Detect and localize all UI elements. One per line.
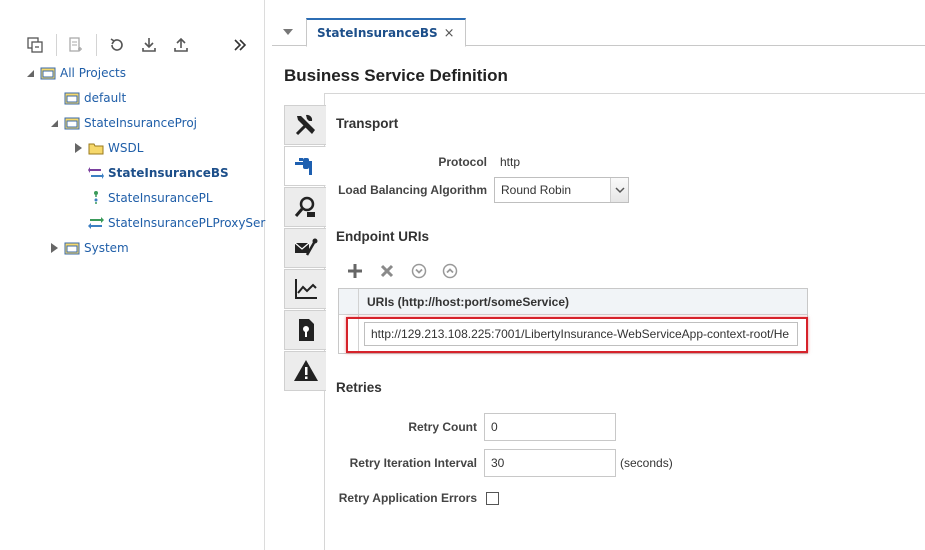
tree-item-all-projects[interactable]: All Projects	[24, 62, 126, 84]
expand-panel-icon[interactable]	[227, 32, 253, 58]
security-tab-icon[interactable]	[284, 310, 326, 350]
expand-triangle-icon[interactable]	[72, 142, 84, 154]
retry-count-label: Retry Count	[408, 420, 477, 434]
tree-item-label: StateInsuranceProj	[84, 116, 198, 130]
tree-item-stateinsurancebs[interactable]: StateInsuranceBS	[72, 162, 229, 184]
tree-item-default[interactable]: default	[48, 87, 126, 109]
chevron-down-icon[interactable]	[610, 178, 628, 202]
delete-icon[interactable]	[378, 262, 396, 280]
folder-icon	[88, 140, 104, 156]
project-folder-icon	[64, 240, 80, 256]
protocol-value: http	[500, 155, 521, 169]
close-icon[interactable]: ×	[444, 27, 455, 40]
uri-column-header: URIs (http://host:port/someService)	[367, 295, 570, 309]
import-icon[interactable]	[136, 32, 162, 58]
toolbar-divider	[56, 34, 57, 56]
tree-item-label: All Projects	[60, 66, 126, 80]
tree-item-stateinsuranceproj[interactable]: StateInsuranceProj	[48, 112, 197, 134]
proxy-service-icon	[88, 215, 104, 231]
retry-app-errors-checkbox[interactable]	[486, 492, 499, 505]
transport-section-title: Transport	[336, 116, 399, 131]
project-navigator: All Projects default StateInsuranceProj …	[0, 0, 265, 550]
collapse-triangle-icon[interactable]	[48, 117, 60, 129]
performance-tab-icon[interactable]	[284, 269, 326, 309]
tab-label: StateInsuranceBS	[317, 26, 438, 40]
business-service-icon	[88, 165, 104, 181]
load-balancing-label: Load Balancing Algorithm	[338, 183, 487, 197]
tree-item-label: StateInsurancePLProxySer	[108, 216, 266, 230]
tree-item-label: System	[84, 241, 129, 255]
message-handling-tab-icon[interactable]	[284, 228, 326, 268]
load-balancing-value: Round Robin	[501, 183, 572, 197]
tab-stateinsurancebs[interactable]: StateInsuranceBS ×	[306, 18, 466, 47]
row-header-cell	[339, 289, 359, 315]
collapse-all-icon[interactable]	[22, 32, 48, 58]
collapse-triangle-icon[interactable]	[24, 67, 36, 79]
pipeline-icon	[88, 190, 104, 206]
add-icon[interactable]	[346, 262, 364, 280]
transport-tab-icon[interactable]	[284, 146, 326, 186]
project-folder-icon	[64, 115, 80, 131]
tab-list-dropdown-icon[interactable]	[280, 24, 296, 40]
tree-item-label: default	[84, 91, 127, 105]
editor-tab-bar: StateInsuranceBS ×	[272, 18, 925, 47]
alert-tab-icon[interactable]	[284, 351, 326, 391]
tree-item-stateinsurancepl[interactable]: StateInsurancePL	[72, 187, 213, 209]
page-title: Business Service Definition	[284, 66, 508, 85]
retry-count-input[interactable]: 0	[484, 413, 616, 441]
retries-section-title: Retries	[336, 380, 382, 395]
retry-interval-input[interactable]: 30	[484, 449, 616, 477]
configuration-tab-icon[interactable]	[284, 105, 326, 145]
tree-item-system[interactable]: System	[48, 237, 129, 259]
toolbar-divider	[96, 34, 97, 56]
retry-interval-unit: (seconds)	[620, 456, 673, 470]
table-header: URIs (http://host:port/someService)	[339, 289, 807, 315]
editor-area: StateInsuranceBS × Business Service Defi…	[272, 0, 925, 550]
protocol-label: Protocol	[438, 155, 487, 169]
expand-triangle-icon[interactable]	[48, 242, 60, 254]
tree-item-label: StateInsurancePL	[108, 191, 213, 205]
project-folder-icon	[64, 90, 80, 106]
load-balancing-select[interactable]: Round Robin	[494, 177, 629, 203]
navigator-toolbar	[20, 32, 260, 58]
endpoint-uri-input[interactable]: http://129.213.108.225:7001/LibertyInsur…	[364, 322, 798, 346]
tree-item-label: WSDL	[108, 141, 144, 155]
refresh-icon[interactable]	[104, 32, 130, 58]
tree-item-label: StateInsuranceBS	[108, 166, 229, 180]
transport-details-tab-icon[interactable]	[284, 187, 326, 227]
export-icon[interactable]	[168, 32, 194, 58]
project-folder-icon	[40, 65, 56, 81]
move-up-icon[interactable]	[441, 262, 459, 280]
tree-item-stateinsuranceplproxyser[interactable]: StateInsurancePLProxySer	[72, 212, 265, 234]
retry-app-errors-label: Retry Application Errors	[338, 491, 477, 505]
new-document-icon[interactable]	[62, 32, 88, 58]
endpoint-uris-section-title: Endpoint URIs	[336, 229, 429, 244]
move-down-icon[interactable]	[410, 262, 428, 280]
tree-item-wsdl[interactable]: WSDL	[72, 137, 143, 159]
retry-interval-label: Retry Iteration Interval	[349, 456, 477, 470]
